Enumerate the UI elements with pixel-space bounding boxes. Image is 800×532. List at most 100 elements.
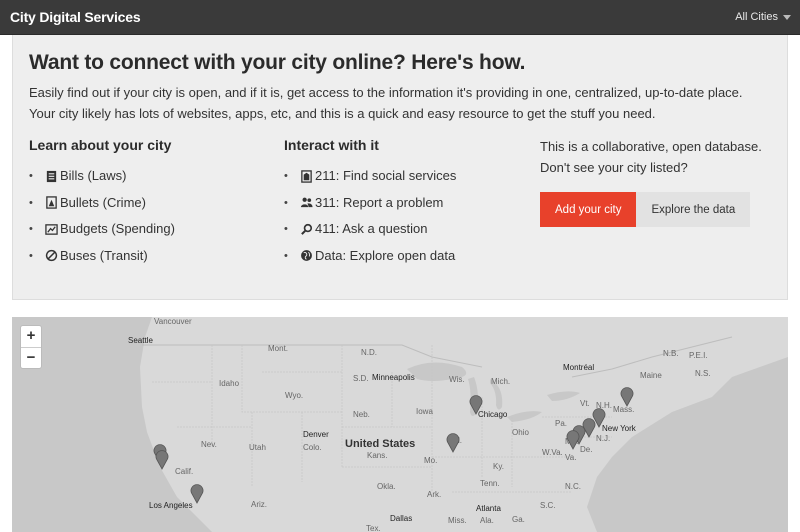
- map-label-ohio: Ohio: [512, 428, 529, 437]
- chevron-down-icon: [783, 14, 791, 20]
- map-label-mich: Mich.: [491, 377, 511, 386]
- map-label-nev: Nev.: [201, 440, 217, 449]
- services-icon: [298, 168, 314, 184]
- intro-text-line1: Easily find out if your city is open, an…: [29, 85, 743, 100]
- bullet: •: [284, 196, 288, 209]
- list-item: • Budgets (Spending): [29, 216, 175, 243]
- globe-icon: [298, 248, 314, 264]
- map-label-miss: Miss.: [448, 516, 467, 525]
- map-marker[interactable]: [566, 430, 580, 450]
- map-label-los-angeles: Los Angeles: [149, 501, 193, 510]
- collab-text-line2: Don't see your city listed?: [540, 160, 688, 175]
- explore-open-data-link[interactable]: Data: Explore open data: [315, 246, 455, 266]
- bullet: •: [284, 223, 288, 236]
- map-marker[interactable]: [469, 395, 483, 415]
- map-label-sc: S.C.: [540, 501, 556, 510]
- explore-data-button[interactable]: Explore the data: [636, 192, 751, 227]
- chart-icon: [43, 221, 59, 237]
- zoom-control: + −: [20, 325, 42, 369]
- list-item: • Data: Explore open data: [284, 243, 456, 270]
- map-label-de: De.: [580, 445, 593, 454]
- zoom-in-button[interactable]: +: [21, 326, 41, 347]
- find-services-link[interactable]: 211: Find social services: [315, 166, 456, 186]
- map-label-nb: N.B.: [663, 349, 679, 358]
- map-marker[interactable]: [446, 433, 460, 453]
- map-label-united-states: United States: [345, 438, 416, 450]
- map-label-wis: Wis.: [449, 375, 465, 384]
- bullet: •: [284, 249, 288, 262]
- map-label-mo: Mo.: [424, 456, 438, 465]
- interact-list: • 211: Find social services • 311: Repor…: [284, 163, 456, 269]
- map-label-utah: Utah: [249, 443, 266, 452]
- list-item: • Bills (Laws): [29, 163, 175, 190]
- bullet: •: [29, 170, 33, 183]
- brand-link[interactable]: City Digital Services: [10, 9, 141, 25]
- crime-icon: [43, 195, 59, 211]
- city-dropdown-label: All Cities: [735, 11, 778, 23]
- bills-link[interactable]: Bills (Laws): [60, 166, 126, 186]
- map-label-tenn: Tenn.: [480, 479, 500, 488]
- budgets-link[interactable]: Budgets (Spending): [60, 219, 175, 239]
- intro-text: Easily find out if your city is open, an…: [29, 83, 779, 124]
- city-map[interactable]: Vancouver Seattle Mont. N.D. S.D. Minnea…: [12, 317, 788, 532]
- map-label-pei: P.E.I.: [689, 351, 708, 360]
- map-label-atlanta: Atlanta: [476, 504, 501, 513]
- map-label-wva: W.Va.: [542, 448, 563, 457]
- bill-icon: [43, 168, 59, 184]
- top-navbar: City Digital Services All Cities: [0, 0, 800, 35]
- bullet: •: [29, 223, 33, 236]
- map-label-va: Va.: [565, 453, 577, 462]
- map-label-iowa: Iowa: [416, 407, 433, 416]
- map-label-kans: Kans.: [367, 451, 388, 460]
- map-label-ga: Ga.: [512, 515, 525, 524]
- learn-list: • Bills (Laws) • Bullets (Crime) • Budge…: [29, 163, 175, 269]
- map-label-sd: S.D.: [353, 374, 369, 383]
- map-label-dallas: Dallas: [390, 514, 413, 523]
- learn-section: Learn about your city • Bills (Laws) • B…: [29, 137, 175, 269]
- ask-question-link[interactable]: 411: Ask a question: [315, 219, 428, 239]
- map-label-ala: Ala.: [480, 516, 494, 525]
- interact-section: Interact with it • 211: Find social serv…: [284, 137, 456, 269]
- map-label-nj: N.J.: [596, 434, 611, 443]
- add-your-city-button[interactable]: Add your city: [540, 192, 637, 227]
- map-label-ns: N.S.: [695, 369, 711, 378]
- buses-link[interactable]: Buses (Transit): [60, 246, 148, 266]
- map-marker[interactable]: [155, 450, 169, 470]
- map-label-ky: Ky.: [493, 462, 504, 471]
- people-icon: [298, 195, 314, 211]
- map-label-maine: Maine: [640, 371, 662, 380]
- intro-panel: Want to connect with your city online? H…: [12, 35, 788, 300]
- map-label-ariz: Ariz.: [251, 500, 267, 509]
- bullets-link[interactable]: Bullets (Crime): [60, 193, 146, 213]
- map-label-vt: Vt.: [580, 399, 590, 408]
- search-icon: [298, 221, 314, 237]
- intro-text-line2: Your city likely has lots of websites, a…: [29, 105, 656, 121]
- map-label-neb: Neb.: [353, 410, 370, 419]
- interact-heading: Interact with it: [284, 137, 379, 153]
- bullet: •: [284, 170, 288, 183]
- city-dropdown[interactable]: All Cities: [735, 11, 791, 23]
- map-label-okla: Okla.: [377, 482, 396, 491]
- map-label-seattle: Seattle: [128, 336, 153, 345]
- bullet: •: [29, 249, 33, 262]
- list-item: • Buses (Transit): [29, 243, 175, 270]
- map-label-tex: Tex.: [366, 524, 381, 532]
- list-item: • Bullets (Crime): [29, 190, 175, 217]
- map-label-ark: Ark.: [427, 490, 442, 499]
- map-marker[interactable]: [190, 484, 204, 504]
- collab-section: This is a collaborative, open database. …: [540, 136, 780, 227]
- map-label-nd: N.D.: [361, 348, 377, 357]
- list-item: • 411: Ask a question: [284, 216, 456, 243]
- report-problem-link[interactable]: 311: Report a problem: [315, 193, 443, 213]
- collab-text-line1: This is a collaborative, open database.: [540, 139, 762, 154]
- map-label-vancouver: Vancouver: [154, 317, 192, 326]
- map-marker[interactable]: [620, 387, 634, 407]
- collab-text: This is a collaborative, open database. …: [540, 136, 780, 178]
- bullet: •: [29, 196, 33, 209]
- map-label-minneapolis: Minneapolis: [372, 373, 415, 382]
- learn-heading: Learn about your city: [29, 137, 172, 153]
- map-label-new-york: New York: [602, 424, 636, 433]
- map-label-calif: Calif.: [175, 467, 194, 476]
- zoom-out-button[interactable]: −: [21, 347, 41, 368]
- map-label-pa: Pa.: [555, 419, 568, 428]
